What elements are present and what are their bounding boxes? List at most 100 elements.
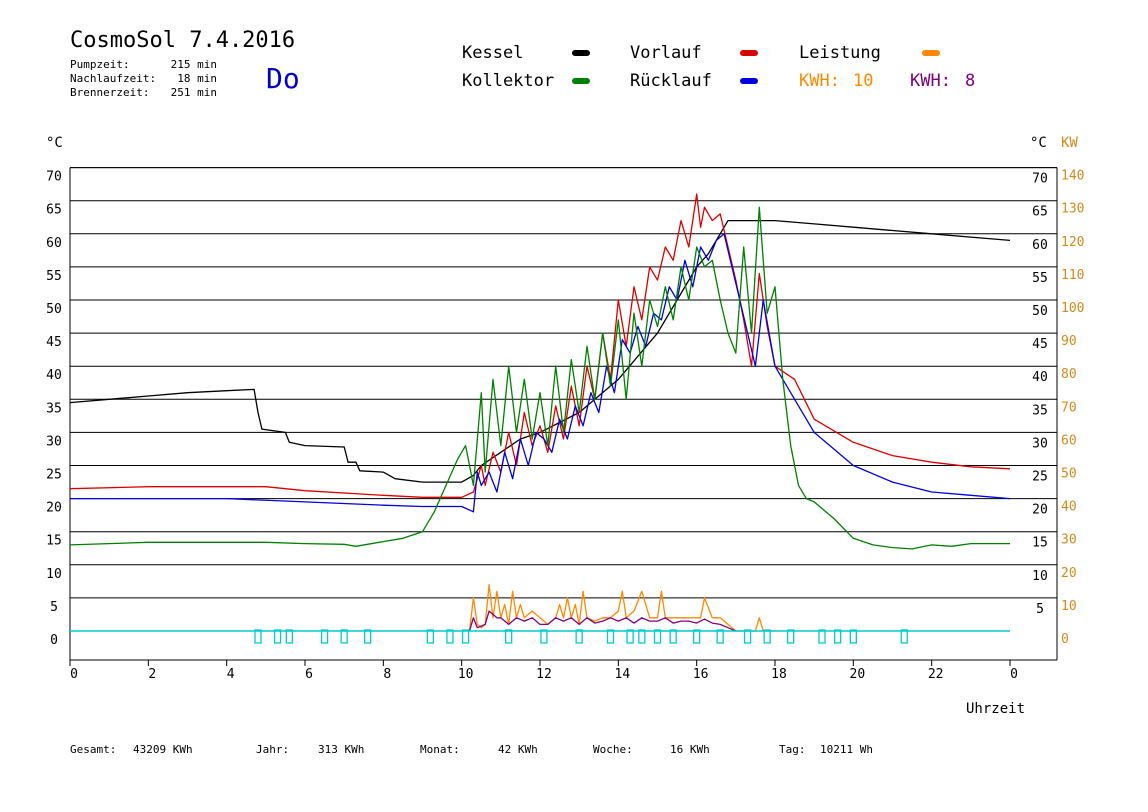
- y-right-c-tick-label: 10: [1032, 569, 1048, 584]
- footer-tag-value: 10211 Wh: [820, 743, 873, 756]
- pump-marker: [818, 629, 826, 644]
- y-right-c-tick-label: 65: [1032, 205, 1048, 220]
- pump-marker: [653, 629, 662, 644]
- y-left-tick-label: 25: [46, 468, 62, 483]
- y-left-tick-label: 55: [46, 269, 62, 284]
- y-left-tick-label: 65: [46, 203, 62, 218]
- y-right-c-tick-label: 20: [1032, 503, 1048, 518]
- x-tick-label: 14: [615, 667, 631, 682]
- y-right-kw-tick-label: 130: [1061, 202, 1084, 217]
- y-right-kw-tick-label: 70: [1061, 400, 1077, 415]
- y-left-tick-label: 20: [46, 501, 62, 516]
- y-right-kw-tick-label: 110: [1061, 268, 1084, 283]
- y-right-c-tick-label: 35: [1032, 403, 1048, 418]
- y-left-tick-label: 15: [46, 534, 62, 549]
- y-right-kw-tick-label: 100: [1061, 301, 1084, 316]
- chart-svg: 0 2 4 6 8 10 12 14 16 18 20 22 005101520253035404550…: [46, 167, 1084, 682]
- x-tick-label: 0: [1010, 667, 1018, 682]
- footer-gesamt-value: 43209 KWh: [133, 743, 193, 756]
- y-right-kw-tick-label: 20: [1061, 566, 1077, 581]
- y-right-c-tick-label: 45: [1032, 337, 1048, 352]
- y-right-c-tick-label: 70: [1032, 172, 1048, 187]
- pump-marker: [849, 629, 857, 644]
- footer-jahr-value: 313 KWh: [318, 743, 365, 756]
- x-tick-label: 16: [693, 667, 709, 682]
- x-tick-label: 8: [383, 667, 391, 682]
- y-right-kw-tick-label: 120: [1061, 235, 1084, 250]
- y-left-tick-label: 40: [46, 368, 62, 383]
- y-right-kw-tick-label: 60: [1061, 433, 1077, 448]
- pump-marker: [340, 629, 348, 644]
- axes: [69, 167, 1058, 666]
- y-right-kw-tick-label: 80: [1061, 367, 1077, 382]
- pump-marker: [461, 629, 470, 644]
- series-line-kollektor: [69, 206, 1010, 550]
- pump-marker: [834, 629, 842, 644]
- y-left-tick-label: 60: [46, 236, 62, 251]
- series-line-leistung: [468, 584, 775, 632]
- y-left-tick-label: 70: [46, 170, 62, 185]
- pump-marker: [364, 629, 372, 644]
- x-tick-label: 10: [458, 667, 474, 682]
- series-line-vorlauf: [69, 193, 1011, 498]
- y-right-c-tick-label: 5: [1036, 602, 1044, 617]
- pump-marker: [606, 629, 615, 644]
- y-right-kw-tick-label: 140: [1061, 169, 1084, 184]
- footer-gesamt-label: Gesamt:: [70, 743, 117, 756]
- y-right-kw-tick-label: 50: [1061, 467, 1077, 482]
- pump-marker: [900, 629, 908, 644]
- pump-marker: [505, 629, 513, 644]
- y-left-tick-label: 0: [50, 633, 58, 648]
- series-line-kessel: [69, 219, 1011, 483]
- footer-jahr-label: Jahr:: [256, 743, 290, 756]
- x-tick-label: 2: [148, 667, 156, 682]
- x-tick-label: 20: [850, 667, 866, 682]
- x-tick-label: 0: [70, 667, 78, 682]
- pump-marker: [638, 629, 646, 644]
- y-right-kw-tick-label: 90: [1061, 334, 1077, 349]
- pump-marker: [575, 629, 583, 644]
- series-line-rcklauf: [70, 233, 1011, 513]
- y-right-c-tick-label: 15: [1032, 536, 1048, 551]
- series-lines: [69, 193, 1011, 632]
- y-right-c-tick-label: 60: [1032, 238, 1048, 253]
- pump-marker: [763, 629, 771, 644]
- footer-monat-value: 42 KWh: [498, 743, 538, 756]
- pump-markers: [70, 629, 1010, 644]
- y-right-kw-tick-label: 40: [1061, 500, 1077, 515]
- footer-woche-label: Woche:: [593, 743, 633, 756]
- y-right-kw-tick-label: 30: [1061, 533, 1077, 548]
- pump-marker: [743, 629, 752, 644]
- y-left-tick-label: 35: [46, 401, 62, 416]
- pump-marker: [787, 629, 795, 644]
- y-left-tick-label: 5: [50, 600, 58, 615]
- pump-marker: [254, 629, 262, 644]
- pump-marker: [320, 629, 329, 644]
- y-left-tick-label: 45: [46, 335, 62, 350]
- x-tick-label: 12: [536, 667, 552, 682]
- y-right-kw-tick-label: 0: [1061, 632, 1069, 647]
- y-left-tick-label: 30: [46, 434, 62, 449]
- y-left-tick-label: 50: [46, 302, 62, 317]
- pump-marker: [285, 629, 293, 644]
- pump-marker: [273, 629, 282, 644]
- footer-tag-label: Tag:: [779, 743, 806, 756]
- y-right-kw-tick-label: 10: [1061, 599, 1077, 614]
- pump-marker: [716, 629, 724, 644]
- x-tick-label: 22: [928, 667, 944, 682]
- y-right-c-tick-label: 55: [1032, 271, 1048, 286]
- x-tick-label: 18: [771, 667, 787, 682]
- pump-marker: [446, 629, 454, 644]
- y-right-c-tick-label: 25: [1032, 470, 1048, 485]
- pump-marker: [426, 629, 434, 644]
- pump-marker: [669, 629, 677, 644]
- pump-marker: [540, 629, 548, 644]
- y-left-tick-label: 10: [46, 567, 62, 582]
- pump-marker: [626, 629, 634, 644]
- y-right-c-tick-label: 40: [1032, 370, 1048, 385]
- footer-monat-label: Monat:: [420, 743, 460, 756]
- x-tick-label: 6: [305, 667, 313, 682]
- y-right-c-tick-label: 30: [1032, 436, 1048, 451]
- pump-marker: [693, 629, 701, 644]
- x-tick-label: 4: [227, 667, 235, 682]
